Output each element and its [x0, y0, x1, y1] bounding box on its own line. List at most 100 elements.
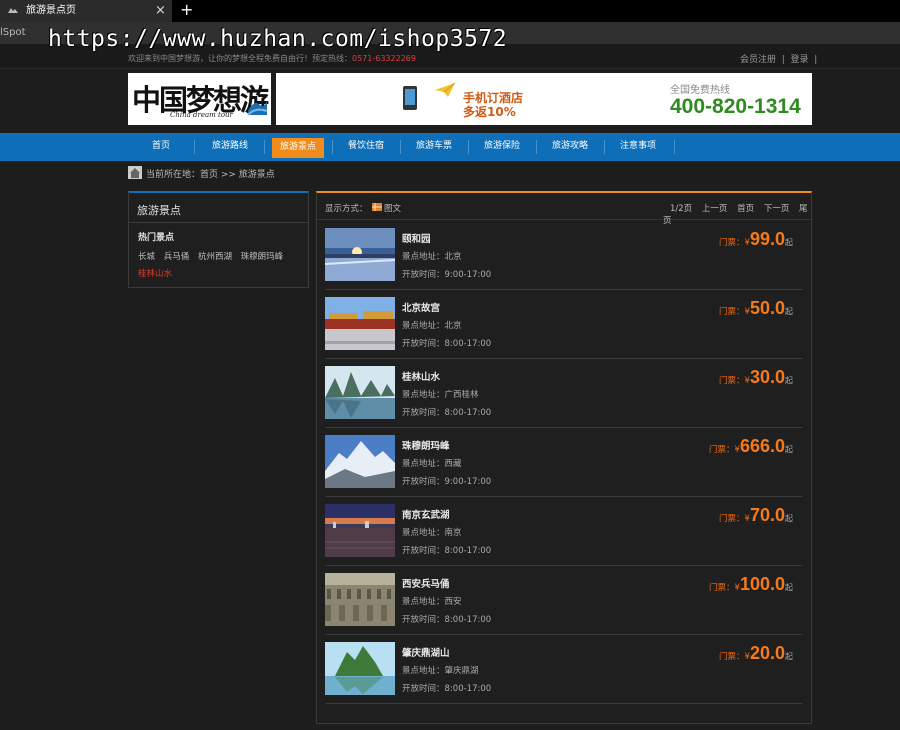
watermark-url: https://www.huzhan.com/ishop3572 [48, 26, 508, 52]
attraction-name[interactable]: 颐和园 [402, 231, 431, 245]
attraction-thumbnail[interactable] [325, 573, 395, 626]
page-info: 1/2页 [670, 204, 693, 214]
ticket-price: 门票：¥70.0起 [719, 505, 793, 525]
nav-guides[interactable]: 旅游攻略 [544, 133, 596, 161]
prev-page-link[interactable]: 上一页 [702, 204, 728, 214]
attraction-address: 景点地址：北京 [402, 252, 462, 262]
new-tab-icon[interactable]: + [180, 0, 193, 20]
hot-link[interactable]: 杭州西湖 [198, 252, 232, 262]
nav-divider [674, 140, 675, 154]
hotline-label: 全国免费热线 [670, 85, 730, 96]
attraction-address: 景点地址：西安 [402, 597, 462, 607]
attraction-thumbnail[interactable] [325, 228, 395, 281]
attraction-row[interactable]: 桂林山水景点地址：广西桂林开放时间：8:00-17:00 门票：¥30.0起 [325, 359, 803, 428]
site-logo[interactable]: 中国梦想游 China dream tour [128, 73, 271, 125]
nav-home[interactable]: 首页 [138, 133, 184, 161]
attraction-thumbnail[interactable] [325, 366, 395, 419]
attraction-name[interactable]: 肇庆鼎湖山 [402, 645, 450, 659]
favicon-icon [8, 8, 18, 13]
bookmark-item[interactable]: lSpot [0, 27, 26, 38]
nav-divider [400, 140, 401, 154]
list-toolbar: 显示方式： 图文 1/2页 上一页 首页 下一页 尾页 [317, 193, 811, 226]
welcome-text: 欢迎来到中国梦想游，让你的梦想全程免费自由行！预定热线：0571-6332226… [128, 54, 416, 63]
attraction-row[interactable]: 颐和园景点地址：北京开放时间：9:00-17:00 门票：¥99.0起 [325, 221, 803, 290]
sidebar-title: 旅游景点 [137, 204, 181, 217]
nav-divider [264, 140, 265, 154]
attraction-hours: 开放时间：8:00-17:00 [402, 684, 492, 694]
nav-divider [536, 140, 537, 154]
attraction-row[interactable]: 肇庆鼎湖山景点地址：肇庆鼎湖开放时间：8:00-17:00 门票：¥20.0起 [325, 635, 803, 704]
home-icon [128, 166, 142, 179]
attraction-address: 景点地址：北京 [402, 321, 462, 331]
attraction-name[interactable]: 南京玄武湖 [402, 507, 450, 521]
attraction-address: 景点地址：广西桂林 [402, 390, 479, 400]
attraction-address: 景点地址：西藏 [402, 459, 462, 469]
attraction-thumbnail[interactable] [325, 642, 395, 695]
ticket-price: 门票：¥666.0起 [709, 436, 793, 456]
main-nav: 首页 旅游路线 旅游景点 餐饮住宿 旅游车票 旅游保险 旅游攻略 注意事项 [0, 133, 900, 161]
mobile-phone-icon [403, 86, 417, 110]
nav-routes[interactable]: 旅游路线 [204, 133, 256, 161]
nav-tickets[interactable]: 旅游车票 [408, 133, 460, 161]
attraction-address: 景点地址：南京 [402, 528, 462, 538]
attraction-hours: 开放时间：8:00-17:00 [402, 615, 492, 625]
ticket-price: 门票：¥20.0起 [719, 643, 793, 663]
attraction-address: 景点地址：肇庆鼎湖 [402, 666, 479, 676]
login-link[interactable]: 登录 [791, 55, 809, 65]
breadcrumb: 当前所在地：首页 >> 旅游景点 [146, 170, 275, 180]
nav-insurance[interactable]: 旅游保险 [476, 133, 528, 161]
ticket-price: 门票：¥99.0起 [719, 229, 793, 249]
attraction-row[interactable]: 南京玄武湖景点地址：南京开放时间：8:00-17:00 门票：¥70.0起 [325, 497, 803, 566]
hot-link[interactable]: 珠穆朗玛峰 [241, 252, 284, 262]
nav-divider [604, 140, 605, 154]
nav-divider [468, 140, 469, 154]
paper-plane-icon [435, 82, 456, 97]
nav-divider [332, 140, 333, 154]
hotel-ad-banner[interactable]: 手机订酒店 多返10% 全国免费热线 400-820-1314 [276, 73, 812, 125]
nav-attractions[interactable]: 旅游景点 [272, 138, 324, 158]
view-mode-option[interactable]: 图文 [384, 202, 401, 214]
nav-notes[interactable]: 注意事项 [612, 133, 664, 161]
hot-link[interactable]: 长城 [138, 252, 155, 262]
hot-spots-title: 热门景点 [138, 233, 175, 243]
attraction-hours: 开放时间：8:00-17:00 [402, 408, 492, 418]
booking-phone: 0571-63322269 [352, 54, 416, 63]
browser-tab[interactable]: 旅游景点页 × [0, 0, 172, 22]
close-icon[interactable]: × [155, 0, 166, 21]
attraction-row[interactable]: 西安兵马俑景点地址：西安开放时间：8:00-17:00 门票：¥100.0起 [325, 566, 803, 635]
attraction-thumbnail[interactable] [325, 297, 395, 350]
hot-link[interactable]: 兵马俑 [164, 252, 190, 262]
sidebar: 旅游景点 热门景点 长城 兵马俑 杭州西湖 珠穆朗玛峰 桂林山水 [128, 191, 309, 288]
hot-link-active[interactable]: 桂林山水 [138, 269, 172, 279]
browser-tab-bar: 旅游景点页 × + [0, 0, 900, 22]
attraction-list-panel: 显示方式： 图文 1/2页 上一页 首页 下一页 尾页 颐和园 景点地址：北京 开放… [316, 191, 812, 724]
ticket-price: 门票：¥100.0起 [709, 574, 793, 594]
hot-spots-list: 长城 兵马俑 杭州西湖 珠穆朗玛峰 桂林山水 [138, 249, 303, 283]
first-page-link[interactable]: 首页 [737, 204, 754, 214]
next-page-link[interactable]: 下一页 [764, 204, 790, 214]
attraction-hours: 开放时间：9:00-17:00 [402, 477, 492, 487]
grid-view-icon[interactable] [372, 203, 382, 211]
ticket-price: 门票：¥50.0起 [719, 298, 793, 318]
attraction-name[interactable]: 北京故宫 [402, 300, 440, 314]
attraction-hours: 开放时间：8:00-17:00 [402, 546, 492, 556]
attraction-hours: 开放时间：8:00-17:00 [402, 339, 492, 349]
wave-icon [247, 101, 268, 116]
attraction-thumbnail[interactable] [325, 435, 395, 488]
view-mode-label: 显示方式： [325, 204, 368, 214]
attraction-name[interactable]: 桂林山水 [402, 369, 440, 383]
ad-offer: 多返10% [463, 105, 516, 119]
attraction-thumbnail[interactable] [325, 504, 395, 557]
nav-dining-lodging[interactable]: 餐饮住宿 [340, 133, 392, 161]
register-link[interactable]: 会员注册 [740, 55, 776, 65]
attraction-name[interactable]: 西安兵马俑 [402, 576, 450, 590]
tab-title: 旅游景点页 [26, 5, 76, 16]
attraction-row[interactable]: 珠穆朗玛峰景点地址：西藏开放时间：9:00-17:00 门票：¥666.0起 [325, 428, 803, 497]
ticket-price: 门票：¥30.0起 [719, 367, 793, 387]
attraction-row[interactable]: 北京故宫景点地址：北京开放时间：8:00-17:00 门票：¥50.0起 [325, 290, 803, 359]
hotline-number: 400-820-1314 [670, 95, 801, 118]
divider [129, 222, 308, 223]
attraction-name[interactable]: 珠穆朗玛峰 [402, 438, 450, 452]
logo-subtitle: China dream tour [170, 111, 233, 119]
attraction-hours: 开放时间：9:00-17:00 [402, 270, 492, 280]
